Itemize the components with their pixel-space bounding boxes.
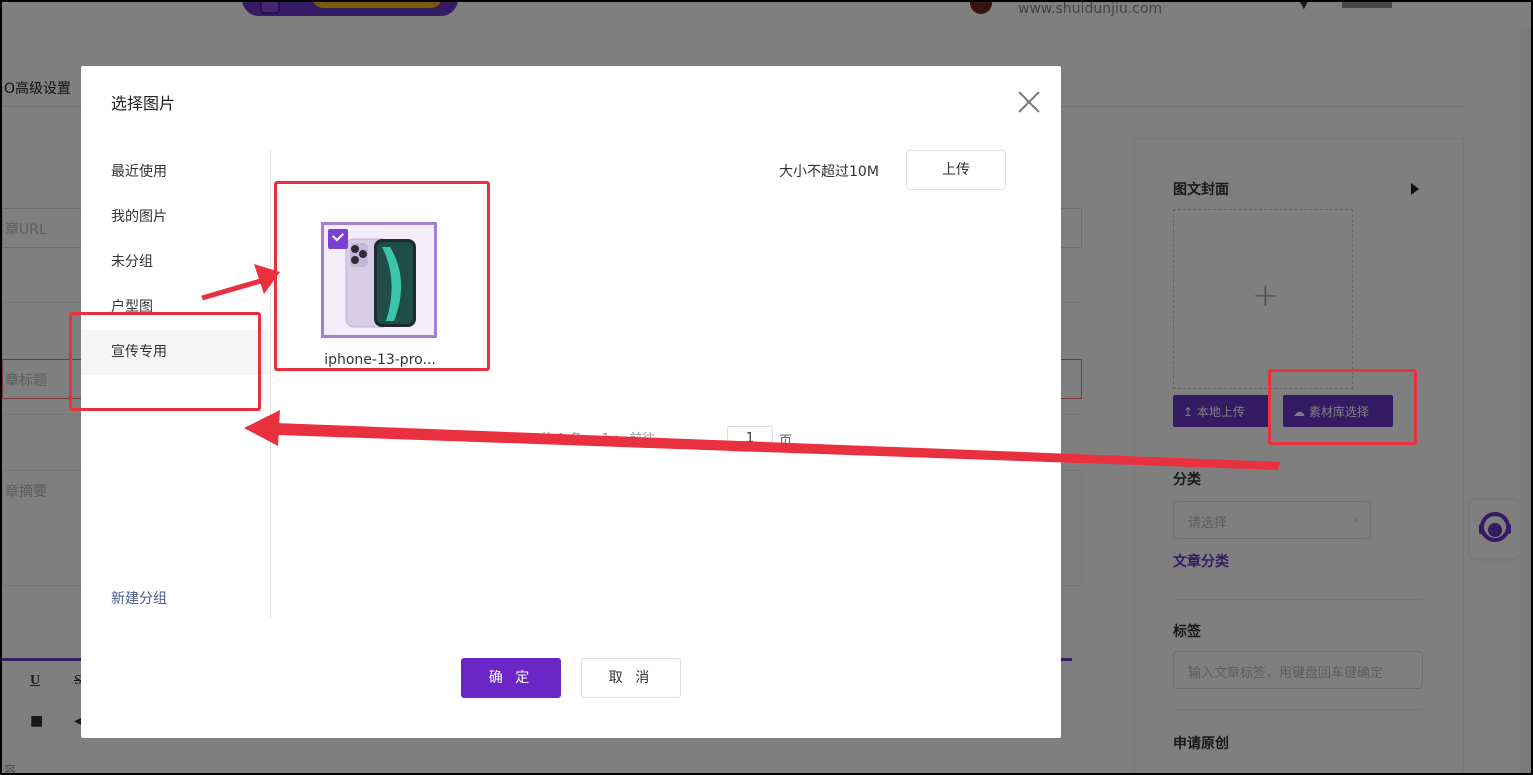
annotation-arrow-head — [244, 410, 280, 446]
annotation-arrow-line — [276, 423, 1280, 470]
screenshot-frame: www.shuidunjiu.com ▼ O高级设置 章URL 章标题 章摘要 … — [0, 0, 1533, 775]
annotation-arrows — [201, 264, 1280, 470]
annotation-arrow-line — [201, 277, 265, 301]
annotation-arrow-head — [254, 264, 280, 294]
